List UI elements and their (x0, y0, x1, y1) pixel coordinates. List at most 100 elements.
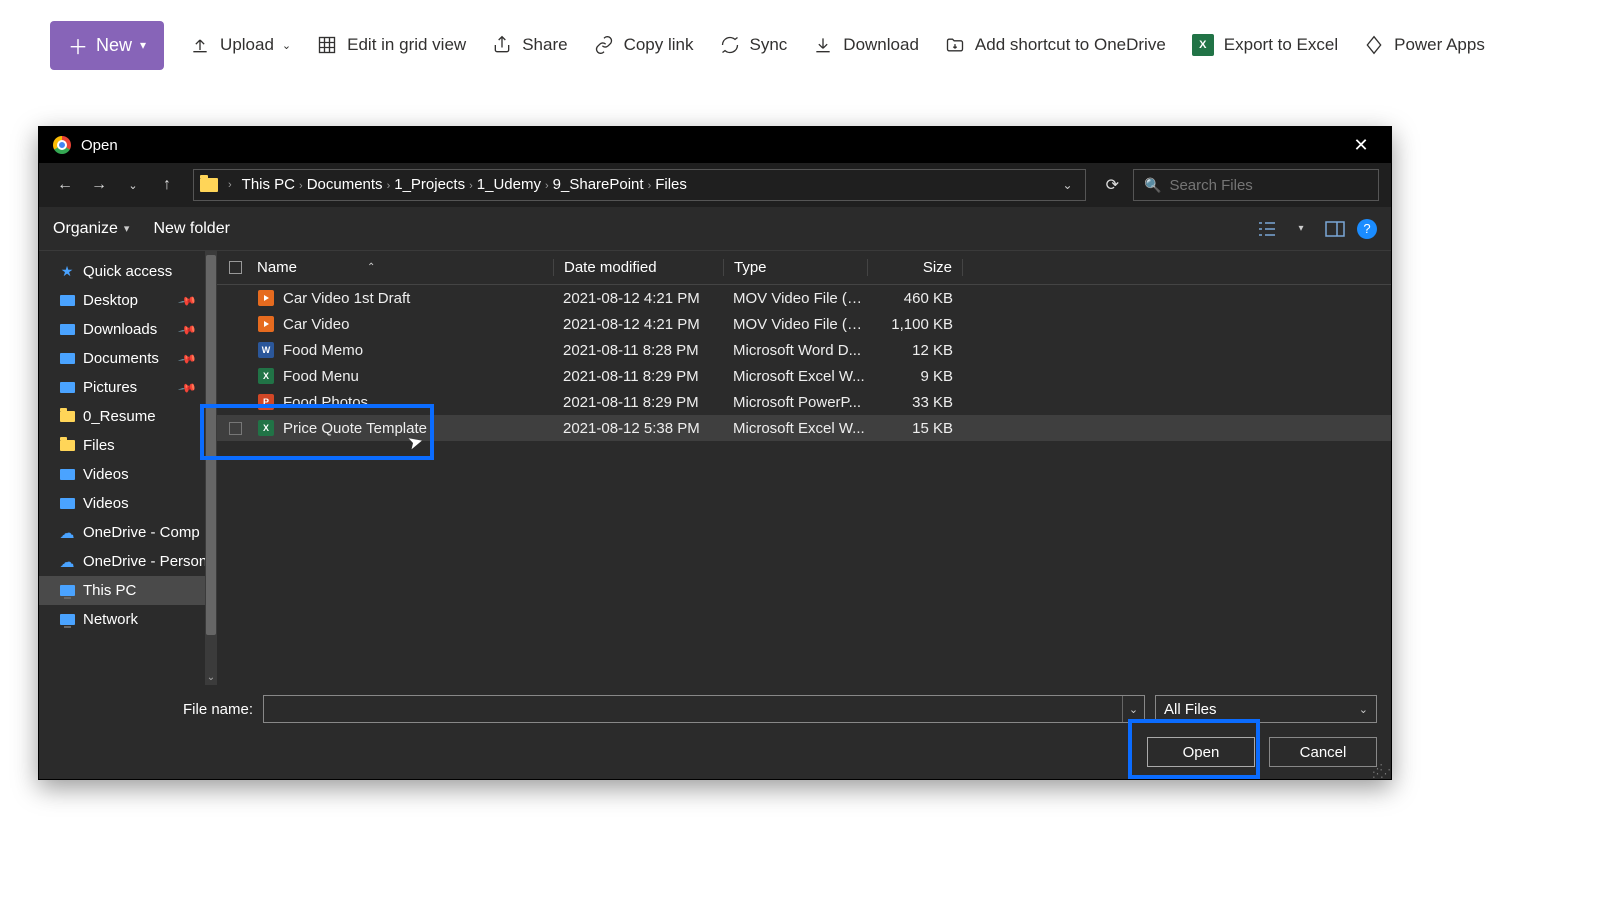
edit-grid-button[interactable]: Edit in grid view (317, 35, 466, 55)
sidebar-item-label: OneDrive - Comp (83, 524, 200, 541)
pin-icon: 📌 (177, 377, 197, 397)
help-button[interactable]: ? (1357, 219, 1377, 239)
resize-grip[interactable]: ⋰⋰⋰ (1372, 767, 1388, 777)
sidebar-item[interactable]: Downloads📌 (39, 315, 217, 344)
pin-icon: 📌 (177, 290, 197, 310)
add-shortcut-label: Add shortcut to OneDrive (975, 35, 1166, 55)
breadcrumb-segment[interactable]: Files (655, 176, 687, 193)
sidebar-item[interactable]: Pictures📌 (39, 373, 217, 402)
share-button[interactable]: Share (492, 35, 567, 55)
organize-button[interactable]: Organize▾ (53, 220, 129, 238)
file-name-combo[interactable]: ⌄ (263, 695, 1145, 723)
column-header-type[interactable]: Type (723, 259, 867, 276)
sidebar-item-label: Quick access (83, 263, 172, 280)
breadcrumb-segment[interactable]: 1_Projects (394, 176, 465, 193)
forward-button[interactable]: → (85, 171, 113, 199)
close-button[interactable]: ✕ (1345, 135, 1377, 156)
sidebar-item[interactable]: 0_Resume (39, 402, 217, 431)
new-folder-button[interactable]: New folder (153, 220, 229, 238)
file-type: MOV Video File (V... (723, 316, 867, 333)
sidebar-item-label: Documents (83, 350, 159, 367)
file-date: 2021-08-12 4:21 PM (553, 290, 723, 307)
add-shortcut-button[interactable]: Add shortcut to OneDrive (945, 35, 1166, 55)
sidebar-item-label: 0_Resume (83, 408, 156, 425)
sync-icon (720, 35, 740, 55)
file-name: Food Memo (283, 342, 363, 359)
sidebar-item[interactable]: Network (39, 605, 217, 634)
file-name-dropdown[interactable]: ⌄ (1122, 696, 1144, 722)
download-button[interactable]: Download (813, 35, 919, 55)
file-type: Microsoft PowerP... (723, 394, 867, 411)
open-button[interactable]: Open (1147, 737, 1255, 767)
recent-locations-button[interactable]: ⌄ (119, 171, 147, 199)
sidebar-item[interactable]: Desktop 📌 (39, 286, 217, 315)
preview-pane-button[interactable] (1323, 219, 1347, 239)
file-size: 460 KB (867, 290, 963, 307)
sidebar-item[interactable]: This PC (39, 576, 217, 605)
sidebar-item[interactable]: Files (39, 431, 217, 460)
sidebar-item-label: Videos (83, 495, 129, 512)
view-details-button[interactable] (1255, 219, 1279, 239)
new-label: New (96, 35, 132, 56)
upload-button[interactable]: Upload ⌄ (190, 35, 291, 55)
back-button[interactable]: ← (51, 171, 79, 199)
row-checkbox[interactable] (229, 422, 242, 435)
file-row[interactable]: XPrice Quote Template2021-08-12 5:38 PMM… (217, 415, 1391, 441)
sidebar-item[interactable]: Videos (39, 460, 217, 489)
copy-link-button[interactable]: Copy link (594, 35, 694, 55)
plus-icon: ＋ (68, 31, 88, 60)
sidebar-item-label: OneDrive - Person (83, 553, 207, 570)
sidebar-item-label: Desktop (83, 292, 138, 309)
chevron-right-icon: › (299, 180, 303, 192)
file-date: 2021-08-11 8:29 PM (553, 394, 723, 411)
sidebar-item-label: Downloads (83, 321, 157, 338)
file-type-filter[interactable]: All Files ⌄ (1155, 695, 1377, 723)
file-row[interactable]: WFood Memo2021-08-11 8:28 PMMicrosoft Wo… (217, 337, 1391, 363)
sidebar-item[interactable]: ☁OneDrive - Person (39, 547, 217, 576)
chrome-icon (53, 136, 71, 154)
power-apps-icon (1364, 35, 1384, 55)
breadcrumb-segment[interactable]: 9_SharePoint (553, 176, 644, 193)
column-header-name[interactable]: Name⌃ (253, 259, 553, 276)
file-row[interactable]: Car Video 2021-08-12 4:21 PMMOV Video Fil… (217, 311, 1391, 337)
chevron-right-icon: › (387, 180, 391, 192)
search-box[interactable]: 🔍 (1133, 169, 1379, 201)
sidebar-item[interactable]: Videos (39, 489, 217, 518)
filter-label: All Files (1164, 701, 1217, 718)
refresh-button[interactable]: ⟳ (1098, 175, 1127, 195)
copy-link-label: Copy link (624, 35, 694, 55)
file-name: Car Video (283, 316, 349, 333)
sidebar-item[interactable]: ☁OneDrive - Comp (39, 518, 217, 547)
breadcrumb-bar[interactable]: › This PC›Documents›1_Projects›1_Udemy›9… (193, 169, 1086, 201)
breadcrumb-segment[interactable]: 1_Udemy (477, 176, 541, 193)
file-name-input[interactable] (264, 701, 1122, 718)
chevron-right-icon: › (228, 179, 232, 191)
file-row[interactable]: XFood Menu2021-08-11 8:29 PMMicrosoft Ex… (217, 363, 1391, 389)
up-button[interactable]: ↑ (153, 171, 181, 199)
column-header-date[interactable]: Date modified (553, 259, 723, 276)
column-header-size[interactable]: Size (867, 259, 963, 276)
breadcrumb-segment[interactable]: Documents (307, 176, 383, 193)
dialog-titlebar: Open ✕ (39, 127, 1391, 163)
search-input[interactable] (1169, 177, 1368, 194)
dialog-toolbar: Organize▾ New folder ▾ ? (39, 207, 1391, 251)
download-icon (813, 35, 833, 55)
cancel-button[interactable]: Cancel (1269, 737, 1377, 767)
breadcrumb-dropdown[interactable]: ⌄ (1057, 178, 1079, 192)
select-all-checkbox[interactable] (229, 261, 242, 274)
sidebar-item[interactable]: ★Quick access (39, 257, 217, 286)
chevron-down-icon: ⌄ (282, 39, 291, 52)
export-excel-button[interactable]: X Export to Excel (1192, 34, 1338, 56)
file-row[interactable]: Car Video 1st Draft2021-08-12 4:21 PMMOV… (217, 285, 1391, 311)
power-apps-button[interactable]: Power Apps (1364, 35, 1485, 55)
new-button[interactable]: ＋ New ▾ (50, 21, 164, 70)
file-row[interactable]: PFood Photos2021-08-11 8:29 PMMicrosoft … (217, 389, 1391, 415)
sidebar-item[interactable]: Documents📌 (39, 344, 217, 373)
file-date: 2021-08-12 4:21 PM (553, 316, 723, 333)
view-dropdown[interactable]: ▾ (1289, 219, 1313, 239)
sidebar-scrollbar[interactable]: ⌄ (205, 251, 217, 685)
file-size: 12 KB (867, 342, 963, 359)
breadcrumb-segment[interactable]: This PC (242, 176, 295, 193)
sidebar-item-label: Files (83, 437, 115, 454)
sync-button[interactable]: Sync (720, 35, 788, 55)
